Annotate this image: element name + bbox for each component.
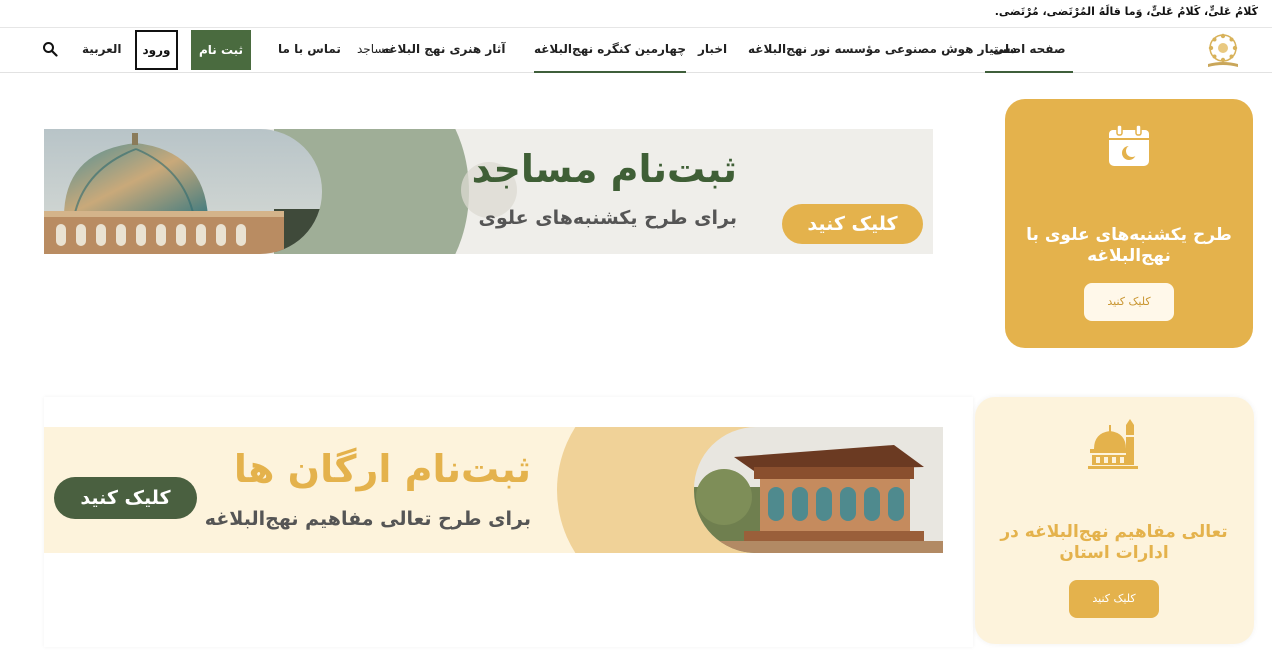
login-button[interactable]: ورود [135,30,178,70]
header-quote: کَلامُ عَلیٍّ، کَلامُ عَلیٍّ، وَما قالَه… [994,5,1258,18]
main-navigation: صفحه اصلی دستیار هوش مصنوعی مؤسسه نور نه… [0,28,1272,73]
nav-ai-assistant[interactable]: دستیار هوش مصنوعی مؤسسه نور نهج‌البلاغه [748,28,1017,73]
top-quote-bar: کَلامُ عَلیٍّ، کَلامُ عَلیٍّ، وَما قالَه… [0,0,1272,28]
organizations-banner-subtitle: برای طرح تعالی مفاهیم نهج‌البلاغه [204,508,531,530]
mosque-icon [1088,419,1138,469]
organizations-banner-cta-button[interactable]: کلیک کنید [54,477,197,519]
offices-plan-card: تعالی مفاهیم نهج‌البلاغه در ادارات استان… [975,397,1254,644]
register-button[interactable]: ثبت نام [191,30,251,70]
mosque-dome-image [44,129,322,254]
mosques-banner-title: ثبت‌نام مساجد [471,147,737,191]
mosques-banner-cta-button[interactable]: کلیک کنید [782,204,923,244]
nav-mosques[interactable]: مساجد [357,28,392,73]
sundays-plan-button[interactable]: کلیک کنید [1084,283,1174,321]
offices-plan-title: تعالی مفاهیم نهج‌البلاغه در ادارات استان [1000,522,1228,563]
language-switch[interactable]: العربية [82,28,122,73]
sundays-plan-card: طرح یکشنبه‌های علوی با نهج‌البلاغه کلیک … [1005,99,1253,348]
site-logo[interactable] [1200,30,1246,70]
organizations-registration-banner[interactable]: ثبت‌نام ارگان ها برای طرح تعالی مفاهیم ن… [44,427,943,553]
nav-art-works[interactable]: آثار هنری نهج البلاغه [382,28,505,73]
offices-plan-button[interactable]: کلیک کنید [1069,580,1159,618]
organizations-banner-title: ثبت‌نام ارگان ها [233,447,531,491]
mosques-registration-banner[interactable]: ثبت‌نام مساجد برای طرح یکشنبه‌های علوی ک… [44,129,933,254]
nav-fourth-congress[interactable]: چهارمین کنگره نهج‌البلاغه [534,28,686,73]
search-icon[interactable] [42,41,58,57]
sundays-plan-title: طرح یکشنبه‌های علوی با نهج‌البلاغه [1026,225,1232,266]
mosques-banner-subtitle: برای طرح یکشنبه‌های علوی [478,207,737,229]
nav-contact[interactable]: تماس با ما [278,28,341,73]
historic-building-image [694,427,943,553]
nav-news[interactable]: اخبار [698,28,727,73]
calendar-crescent-icon [1109,124,1149,166]
